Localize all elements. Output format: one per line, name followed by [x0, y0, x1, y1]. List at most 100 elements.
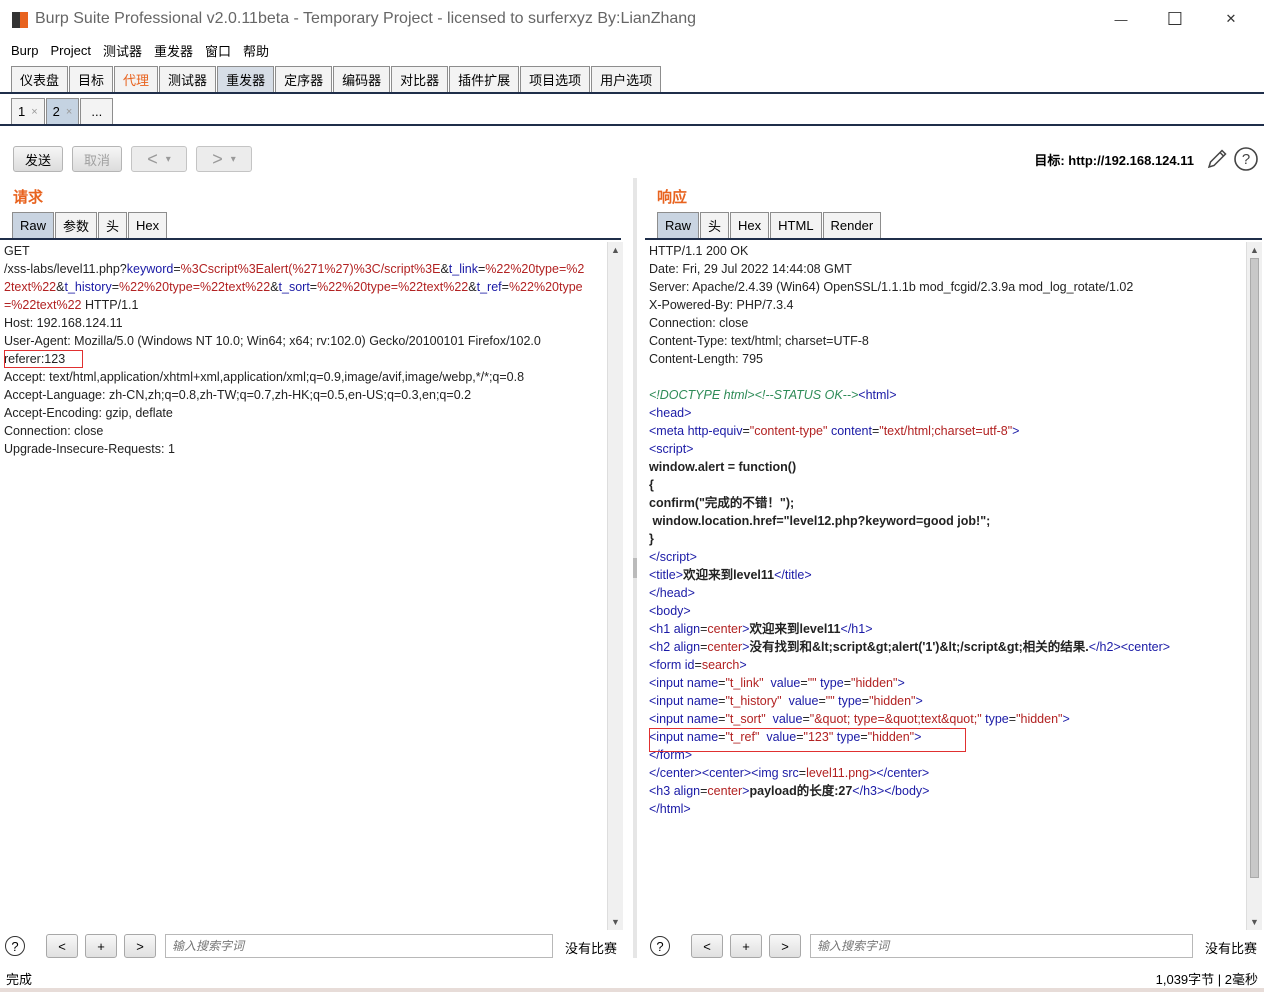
- cancel-button[interactable]: 取消: [72, 146, 122, 172]
- new-tab-label: ...: [91, 104, 103, 119]
- repeater-tabs: 1 × 2 × ...: [0, 96, 1264, 126]
- response-search-prev-button[interactable]: <: [691, 934, 723, 958]
- maximize-button[interactable]: ☐: [1152, 4, 1198, 34]
- main-tabs: 仪表盘 目标 代理 测试器 重发器 定序器 编码器 对比器 插件扩展 项目选项 …: [0, 64, 1264, 94]
- response-scrollbar[interactable]: ▲ ▼: [1246, 242, 1262, 930]
- tab-extender[interactable]: 插件扩展: [449, 66, 520, 92]
- code-line: <h2 align=center>没有找到和&lt;script&gt;aler…: [649, 640, 1171, 654]
- request-search-input[interactable]: [165, 934, 553, 958]
- request-scrollbar[interactable]: ▲ ▼: [607, 242, 623, 930]
- help-icon[interactable]: ?: [1233, 146, 1259, 172]
- scroll-down-icon[interactable]: ▼: [1250, 917, 1259, 927]
- edit-pencil-icon[interactable]: [1204, 146, 1230, 172]
- request-search-help-icon[interactable]: ?: [5, 936, 25, 956]
- response-search-input[interactable]: [810, 934, 1193, 958]
- title-text: 欢迎来到level11: [683, 568, 775, 582]
- request-tab-headers[interactable]: 头: [98, 212, 128, 238]
- status-bar: 完成 1,039字节 | 2毫秒: [0, 966, 1264, 988]
- script-line: confirm("完成的不错！");: [649, 496, 795, 510]
- repeater-tab-2[interactable]: 2 ×: [45, 98, 80, 124]
- close-button[interactable]: ✕: [1208, 4, 1254, 34]
- input-name: t_sort: [729, 712, 762, 726]
- protocol: HTTP/1.1: [81, 298, 139, 312]
- request-search-add-button[interactable]: +: [85, 934, 117, 958]
- code-line: <meta http-equiv="content-type" content=…: [649, 424, 1020, 438]
- request-search-next-button[interactable]: >: [124, 934, 156, 958]
- repeater-tab-new[interactable]: ...: [80, 98, 114, 124]
- repeater-tab-1[interactable]: 1 ×: [11, 98, 45, 124]
- forward-button[interactable]: > ▾: [196, 146, 252, 172]
- repeater-tab-label: 1: [18, 104, 26, 119]
- menu-repeater[interactable]: 重发器: [148, 41, 199, 60]
- response-tab-hex[interactable]: Hex: [730, 212, 770, 238]
- scroll-up-icon[interactable]: ▲: [1250, 245, 1259, 255]
- request-tab-params[interactable]: 参数: [55, 212, 98, 238]
- scroll-up-icon[interactable]: ▲: [611, 245, 620, 255]
- request-editor[interactable]: GET /xss-labs/level11.php?keyword=%3Cscr…: [0, 242, 607, 930]
- window-title: Burp Suite Professional v2.0.11beta - Te…: [35, 10, 697, 27]
- tab-comparer[interactable]: 对比器: [391, 66, 449, 92]
- tab-dashboard[interactable]: 仪表盘: [11, 66, 69, 92]
- response-search-help-icon[interactable]: ?: [650, 936, 670, 956]
- param-key: keyword: [126, 262, 174, 276]
- minimize-button[interactable]: —: [1098, 4, 1144, 34]
- request-search-prev-button[interactable]: <: [46, 934, 78, 958]
- h2-text: 没有找到和&lt;script&gt;alert('1')&lt;/script…: [749, 640, 1089, 654]
- menu-project[interactable]: Project: [44, 43, 96, 58]
- code-line: </head>: [649, 586, 695, 600]
- status-text: 完成: [6, 972, 33, 987]
- panel-splitter[interactable]: [633, 178, 637, 958]
- response-search-next-button[interactable]: >: [769, 934, 801, 958]
- scroll-down-icon[interactable]: ▼: [611, 917, 620, 927]
- code-line: <body>: [649, 604, 691, 618]
- response-header-line: X-Powered-By: PHP/7.3.4: [649, 298, 794, 312]
- burp-logo-icon: [12, 12, 28, 28]
- h1-text: 欢迎来到level11: [749, 622, 841, 636]
- response-tab-render[interactable]: Render: [822, 212, 882, 238]
- header-line: Connection: close: [4, 424, 104, 438]
- h3-text: payload的长度:27: [749, 784, 853, 798]
- doctype-comment: <!DOCTYPE html><!--STATUS OK-->: [649, 388, 859, 402]
- tab-repeater[interactable]: 重发器: [217, 66, 275, 92]
- menu-help[interactable]: 帮助: [237, 41, 275, 60]
- response-tab-html[interactable]: HTML: [770, 212, 822, 238]
- forward-dropdown-icon[interactable]: ▾: [231, 154, 236, 165]
- header-line: Accept: text/html,application/xhtml+xml,…: [4, 370, 525, 384]
- menu-intruder[interactable]: 测试器: [97, 41, 148, 60]
- svg-text:?: ?: [1242, 151, 1250, 168]
- tab-proxy[interactable]: 代理: [114, 66, 159, 92]
- menu-bar: Burp Project 测试器 重发器 窗口 帮助: [0, 38, 1264, 62]
- splitter-grip-icon[interactable]: [633, 558, 637, 578]
- tab-project-options[interactable]: 项目选项: [520, 66, 591, 92]
- tab-intruder[interactable]: 测试器: [159, 66, 217, 92]
- close-tab-icon[interactable]: ×: [31, 106, 37, 118]
- send-button[interactable]: 发送: [13, 146, 63, 172]
- script-line: }: [649, 532, 654, 546]
- response-tab-raw[interactable]: Raw: [657, 212, 700, 238]
- desktop-background-strip: [0, 988, 1264, 992]
- response-tab-headers[interactable]: 头: [700, 212, 730, 238]
- response-header-line: Server: Apache/2.4.39 (Win64) OpenSSL/1.…: [649, 280, 1134, 294]
- response-editor[interactable]: HTTP/1.1 200 OK Date: Fri, 29 Jul 2022 1…: [645, 242, 1246, 930]
- response-search-add-button[interactable]: +: [730, 934, 762, 958]
- referer-highlight-box: [4, 350, 83, 368]
- response-search-status: 没有比赛: [1205, 941, 1258, 956]
- request-tab-raw[interactable]: Raw: [12, 212, 55, 238]
- menu-window[interactable]: 窗口: [199, 41, 237, 60]
- close-tab-icon[interactable]: ×: [66, 106, 72, 118]
- tab-sequencer[interactable]: 定序器: [275, 66, 333, 92]
- code-line: <h1 align=center>欢迎来到level11</h1>: [649, 622, 873, 636]
- scroll-thumb[interactable]: [1250, 258, 1259, 878]
- menu-burp[interactable]: Burp: [5, 43, 44, 58]
- param-value: %3Cscript%3Ealert(%271%27)%3C/script%3E: [180, 262, 441, 276]
- form-id: search: [701, 658, 740, 672]
- back-button[interactable]: < ▾: [131, 146, 187, 172]
- tab-target[interactable]: 目标: [69, 66, 114, 92]
- tab-user-options[interactable]: 用户选项: [591, 66, 662, 92]
- back-dropdown-icon[interactable]: ▾: [166, 154, 171, 165]
- code-line: </center><center><img src=level11.png></…: [649, 766, 930, 780]
- response-tabs: Raw 头 Hex HTML Render: [645, 212, 1262, 240]
- param-key: t_sort: [278, 280, 310, 294]
- tab-decoder[interactable]: 编码器: [333, 66, 391, 92]
- request-tab-hex[interactable]: Hex: [128, 212, 168, 238]
